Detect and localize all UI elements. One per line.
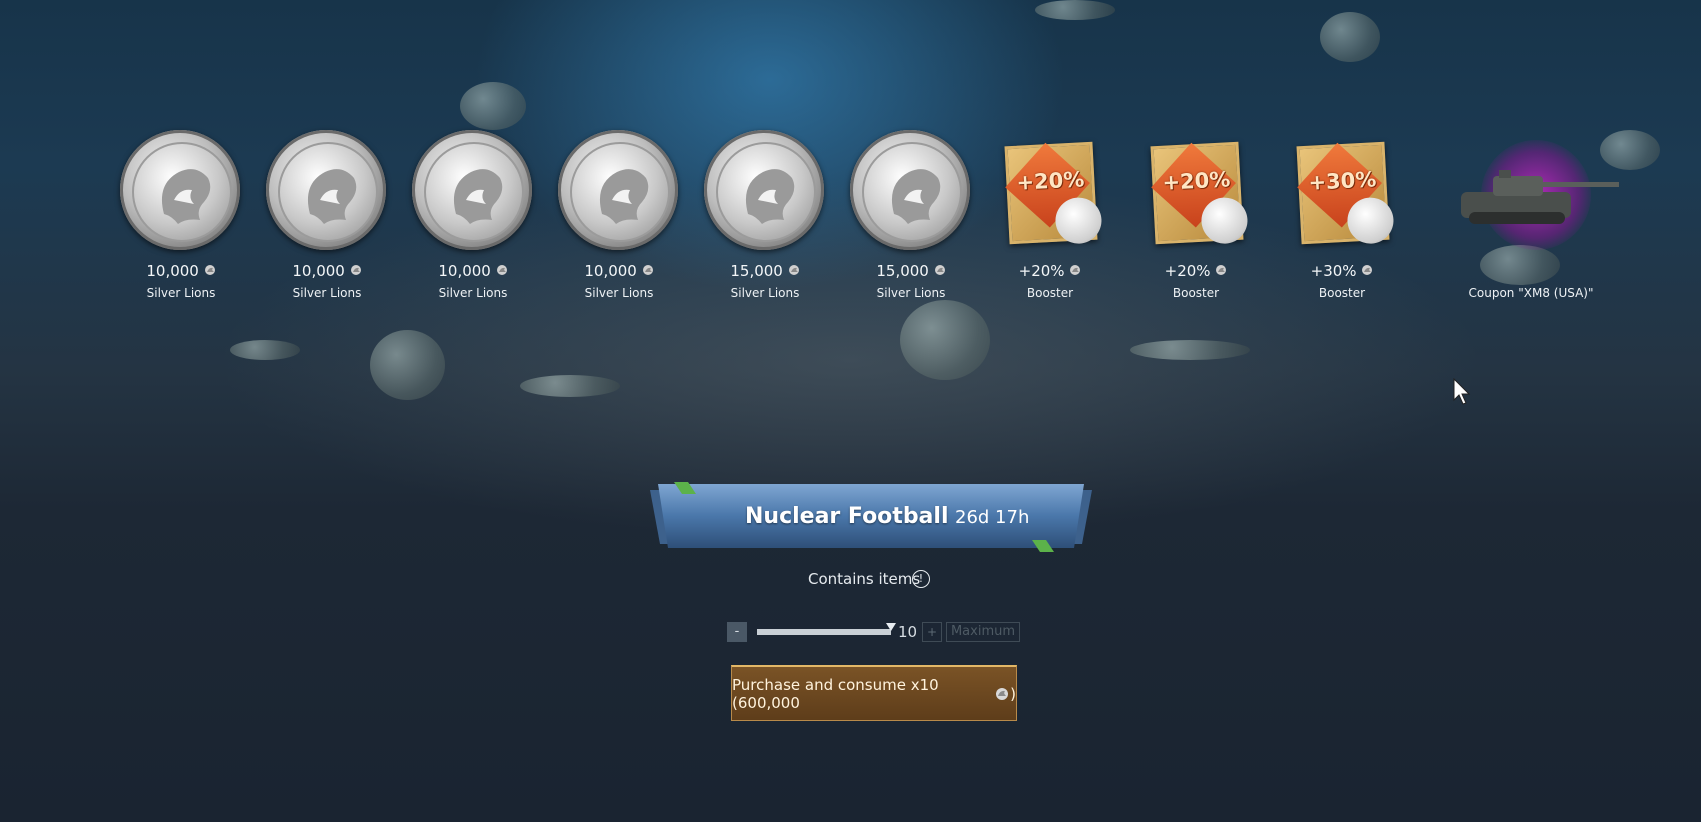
purchase-label: Purchase and consume x10 (600,000 xyxy=(732,675,939,712)
silver-lion-icon xyxy=(1216,265,1227,275)
booster-card-icon: +30% xyxy=(1296,141,1395,245)
reward-amount: 15,000 xyxy=(690,262,840,280)
reward-amount: +20% xyxy=(1121,262,1271,280)
reward-amount-value: +20% xyxy=(1164,262,1216,280)
lion-head-icon xyxy=(1346,196,1395,245)
reward-amount-value: 15,000 xyxy=(876,262,934,280)
background-coin xyxy=(460,82,526,130)
reward-amount: 10,000 xyxy=(106,262,256,280)
silver-lion-coin-icon xyxy=(850,130,970,250)
background-coin xyxy=(230,340,300,360)
silver-lion-icon xyxy=(496,265,507,275)
reward-amount-value: 15,000 xyxy=(730,262,788,280)
booster-card-percent: +30% xyxy=(1307,167,1377,195)
silver-lion-icon xyxy=(350,265,361,275)
silver-lion-icon xyxy=(788,265,799,275)
contains-items-label: Contains items xyxy=(808,570,921,588)
lion-head-icon xyxy=(891,169,941,224)
purchase-button[interactable]: Purchase and consume x10 (600,000 ) xyxy=(731,665,1017,721)
tank-icon xyxy=(1461,170,1619,224)
coin-face xyxy=(570,142,670,242)
reward-amount-value: 10,000 xyxy=(438,262,496,280)
mouse-cursor-icon xyxy=(1453,378,1471,405)
lion-head-icon xyxy=(599,169,649,224)
reward-name: Silver Lions xyxy=(146,286,216,300)
reward-name: Silver Lions xyxy=(730,286,800,300)
reward-amount-value: +30% xyxy=(1310,262,1362,280)
background-coin xyxy=(1035,0,1115,20)
reward-amount-value: 10,000 xyxy=(292,262,350,280)
reward-amount: 15,000 xyxy=(836,262,986,280)
silver-lion-coin-icon xyxy=(266,130,386,250)
reward-amount-value: 10,000 xyxy=(584,262,642,280)
silver-lion-icon xyxy=(642,265,653,275)
lion-head-icon xyxy=(745,169,795,224)
background-coin xyxy=(520,375,620,397)
quantity-slider[interactable] xyxy=(757,623,896,635)
reward-name: Silver Lions xyxy=(584,286,654,300)
purchase-suffix: ) xyxy=(1010,684,1016,703)
reward-name: Silver Lions xyxy=(438,286,508,300)
background-coin xyxy=(900,300,990,380)
booster-card-percent: +20% xyxy=(1161,167,1231,195)
silver-lion-icon xyxy=(1070,265,1081,275)
reward-list: 10,000 Silver Lions 10,000 Silver Lions 10… xyxy=(0,130,1701,310)
maximum-button[interactable]: Maximum xyxy=(946,622,1020,642)
lion-head-icon xyxy=(453,169,503,224)
decrease-quantity-button[interactable]: - xyxy=(727,622,747,642)
reward-amount: 10,000 xyxy=(398,262,548,280)
reward-amount-value: 10,000 xyxy=(146,262,204,280)
silver-lion-coin-icon xyxy=(558,130,678,250)
increase-quantity-button[interactable]: + xyxy=(922,622,942,642)
silver-lion-coin-icon xyxy=(120,130,240,250)
silver-lion-coin-icon xyxy=(704,130,824,250)
lion-head-icon xyxy=(1200,196,1249,245)
lion-head-icon xyxy=(161,169,211,224)
booster-card-percent: +20% xyxy=(1015,167,1085,195)
reward-amount: 10,000 xyxy=(252,262,402,280)
silver-lion-icon xyxy=(996,687,1009,700)
reward-amount: +20% xyxy=(975,262,1125,280)
slider-fill xyxy=(757,629,891,635)
coin-face xyxy=(424,142,524,242)
background-coin xyxy=(1130,340,1250,360)
lion-head-icon xyxy=(307,169,357,224)
silver-lion-coin-icon xyxy=(412,130,532,250)
coin-face xyxy=(132,142,232,242)
reward-name: Booster xyxy=(1026,286,1074,300)
booster-card-icon: +20% xyxy=(1150,141,1249,245)
info-icon[interactable]: ! xyxy=(912,570,930,588)
background-coin xyxy=(370,330,445,400)
background-coin xyxy=(1320,12,1380,62)
reward-name: Silver Lions xyxy=(292,286,362,300)
trophy-title: Nuclear Football xyxy=(745,504,949,529)
quantity-value: 10 xyxy=(898,623,918,641)
lion-head-icon xyxy=(1054,196,1103,245)
trophy-timer: 26d 17h xyxy=(955,507,1030,528)
reward-name: Coupon "XM8 (USA)" xyxy=(1468,286,1594,300)
coin-face xyxy=(862,142,962,242)
coin-face xyxy=(716,142,816,242)
reward-name: Silver Lions xyxy=(876,286,946,300)
slider-thumb[interactable] xyxy=(886,623,896,631)
tank-coupon-icon xyxy=(1441,130,1621,250)
reward-name: Booster xyxy=(1318,286,1366,300)
reward-name: Booster xyxy=(1172,286,1220,300)
silver-lion-icon xyxy=(1362,265,1373,275)
coin-face xyxy=(278,142,378,242)
silver-lion-icon xyxy=(934,265,945,275)
reward-amount: 10,000 xyxy=(544,262,694,280)
booster-card-icon: +20% xyxy=(1004,141,1103,245)
reward-amount-value: +20% xyxy=(1018,262,1070,280)
trophy-title-banner: Nuclear Football 26d 17h xyxy=(650,482,1092,552)
reward-amount: +30% xyxy=(1267,262,1417,280)
silver-lion-icon xyxy=(204,265,215,275)
